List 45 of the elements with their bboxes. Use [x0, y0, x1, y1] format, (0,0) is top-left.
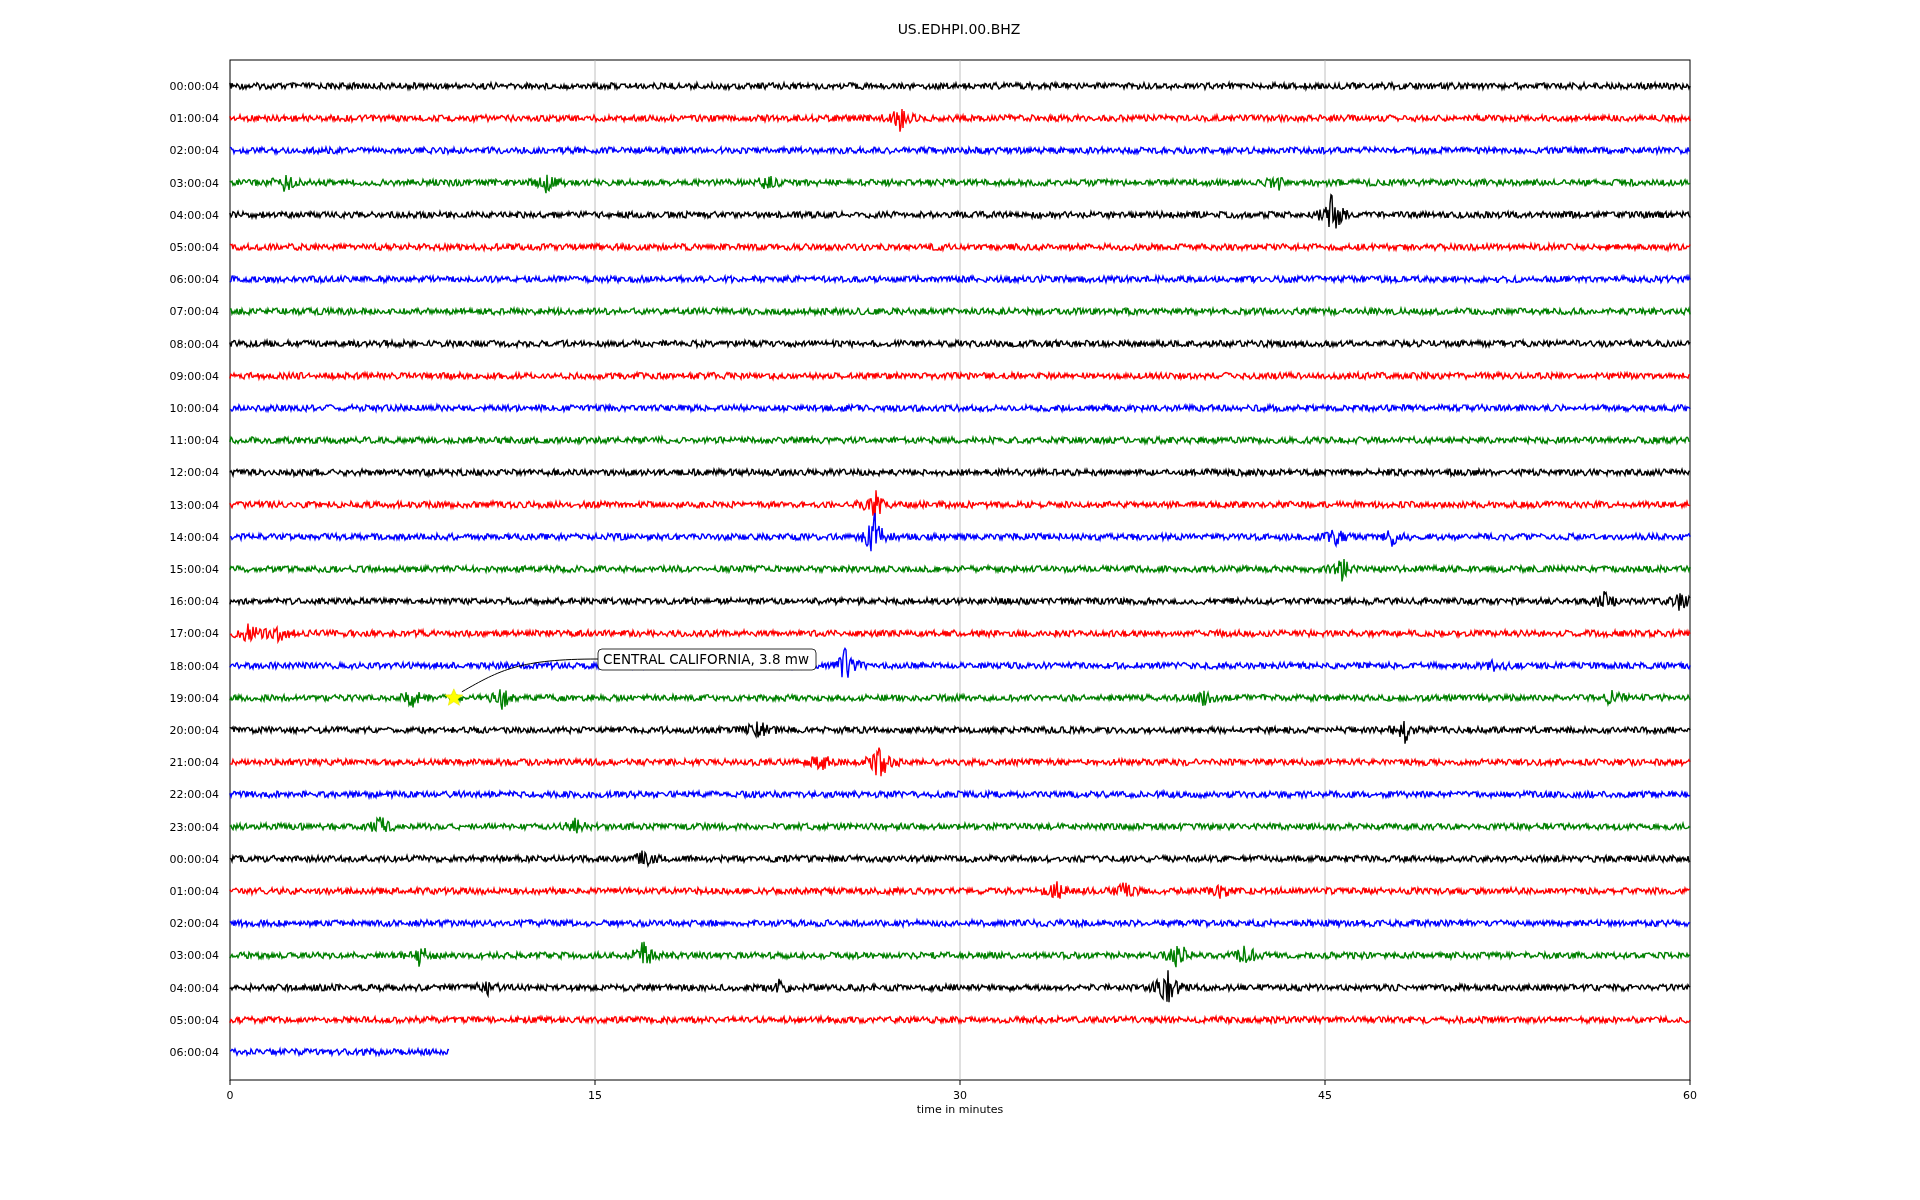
- time-label: 14:00:04: [169, 530, 219, 544]
- time-label: 03:00:04: [169, 949, 219, 963]
- tick-label: 30: [953, 1089, 967, 1102]
- tick-label: 45: [1318, 1089, 1332, 1102]
- time-label: 07:00:04: [169, 305, 219, 319]
- time-label: 10:00:04: [169, 402, 219, 415]
- time-label: 01:00:04: [169, 112, 219, 126]
- time-label: 12:00:04: [169, 466, 219, 480]
- time-label: 09:00:04: [169, 369, 219, 383]
- axis-label: time in minutes: [916, 1103, 1004, 1116]
- time-label: 05:00:04: [169, 1013, 219, 1027]
- time-label: 19:00:04: [169, 691, 219, 705]
- time-label: 02:00:04: [169, 917, 219, 931]
- time-label: 06:00:04: [169, 273, 219, 287]
- tick-mark: [1689, 1079, 1691, 1086]
- tick-mark: [229, 1079, 231, 1086]
- tick-label: 15: [588, 1089, 602, 1102]
- time-label: 13:00:04: [169, 498, 219, 512]
- tick-mark: [1324, 1079, 1326, 1086]
- time-label: 16:00:04: [169, 595, 219, 609]
- time-label: 21:00:04: [169, 756, 219, 770]
- time-label: 04:00:04: [169, 208, 219, 222]
- time-label: 20:00:04: [169, 724, 219, 737]
- tick-mark: [594, 1079, 596, 1086]
- time-label: 17:00:04: [169, 627, 219, 641]
- time-label: 03:00:04: [169, 176, 219, 190]
- time-label: 06:00:04: [169, 1046, 219, 1059]
- time-label: 04:00:04: [169, 981, 219, 995]
- time-label: 02:00:04: [169, 144, 219, 158]
- time-label: 11:00:04: [169, 434, 219, 448]
- time-label: 23:00:04: [169, 820, 219, 834]
- tick-label: 60: [1683, 1089, 1697, 1102]
- tick-mark: [959, 1079, 961, 1086]
- annotation-label: CENTRAL CALIFORNIA, 3.8 mw: [597, 648, 817, 671]
- time-label: 00:00:04: [169, 852, 219, 866]
- time-label: 22:00:04: [169, 788, 219, 802]
- star-icon: [444, 688, 464, 706]
- time-label: 05:00:04: [169, 241, 219, 254]
- time-label: 15:00:04: [169, 563, 219, 576]
- chart-title: US.EDHPI.00.BHZ: [897, 21, 1021, 37]
- time-label: 18:00:04: [169, 659, 219, 673]
- time-label: 00:00:04: [169, 80, 219, 93]
- time-label: 08:00:04: [169, 337, 219, 351]
- time-label: 01:00:04: [169, 885, 219, 898]
- tick-label: 0: [226, 1089, 234, 1102]
